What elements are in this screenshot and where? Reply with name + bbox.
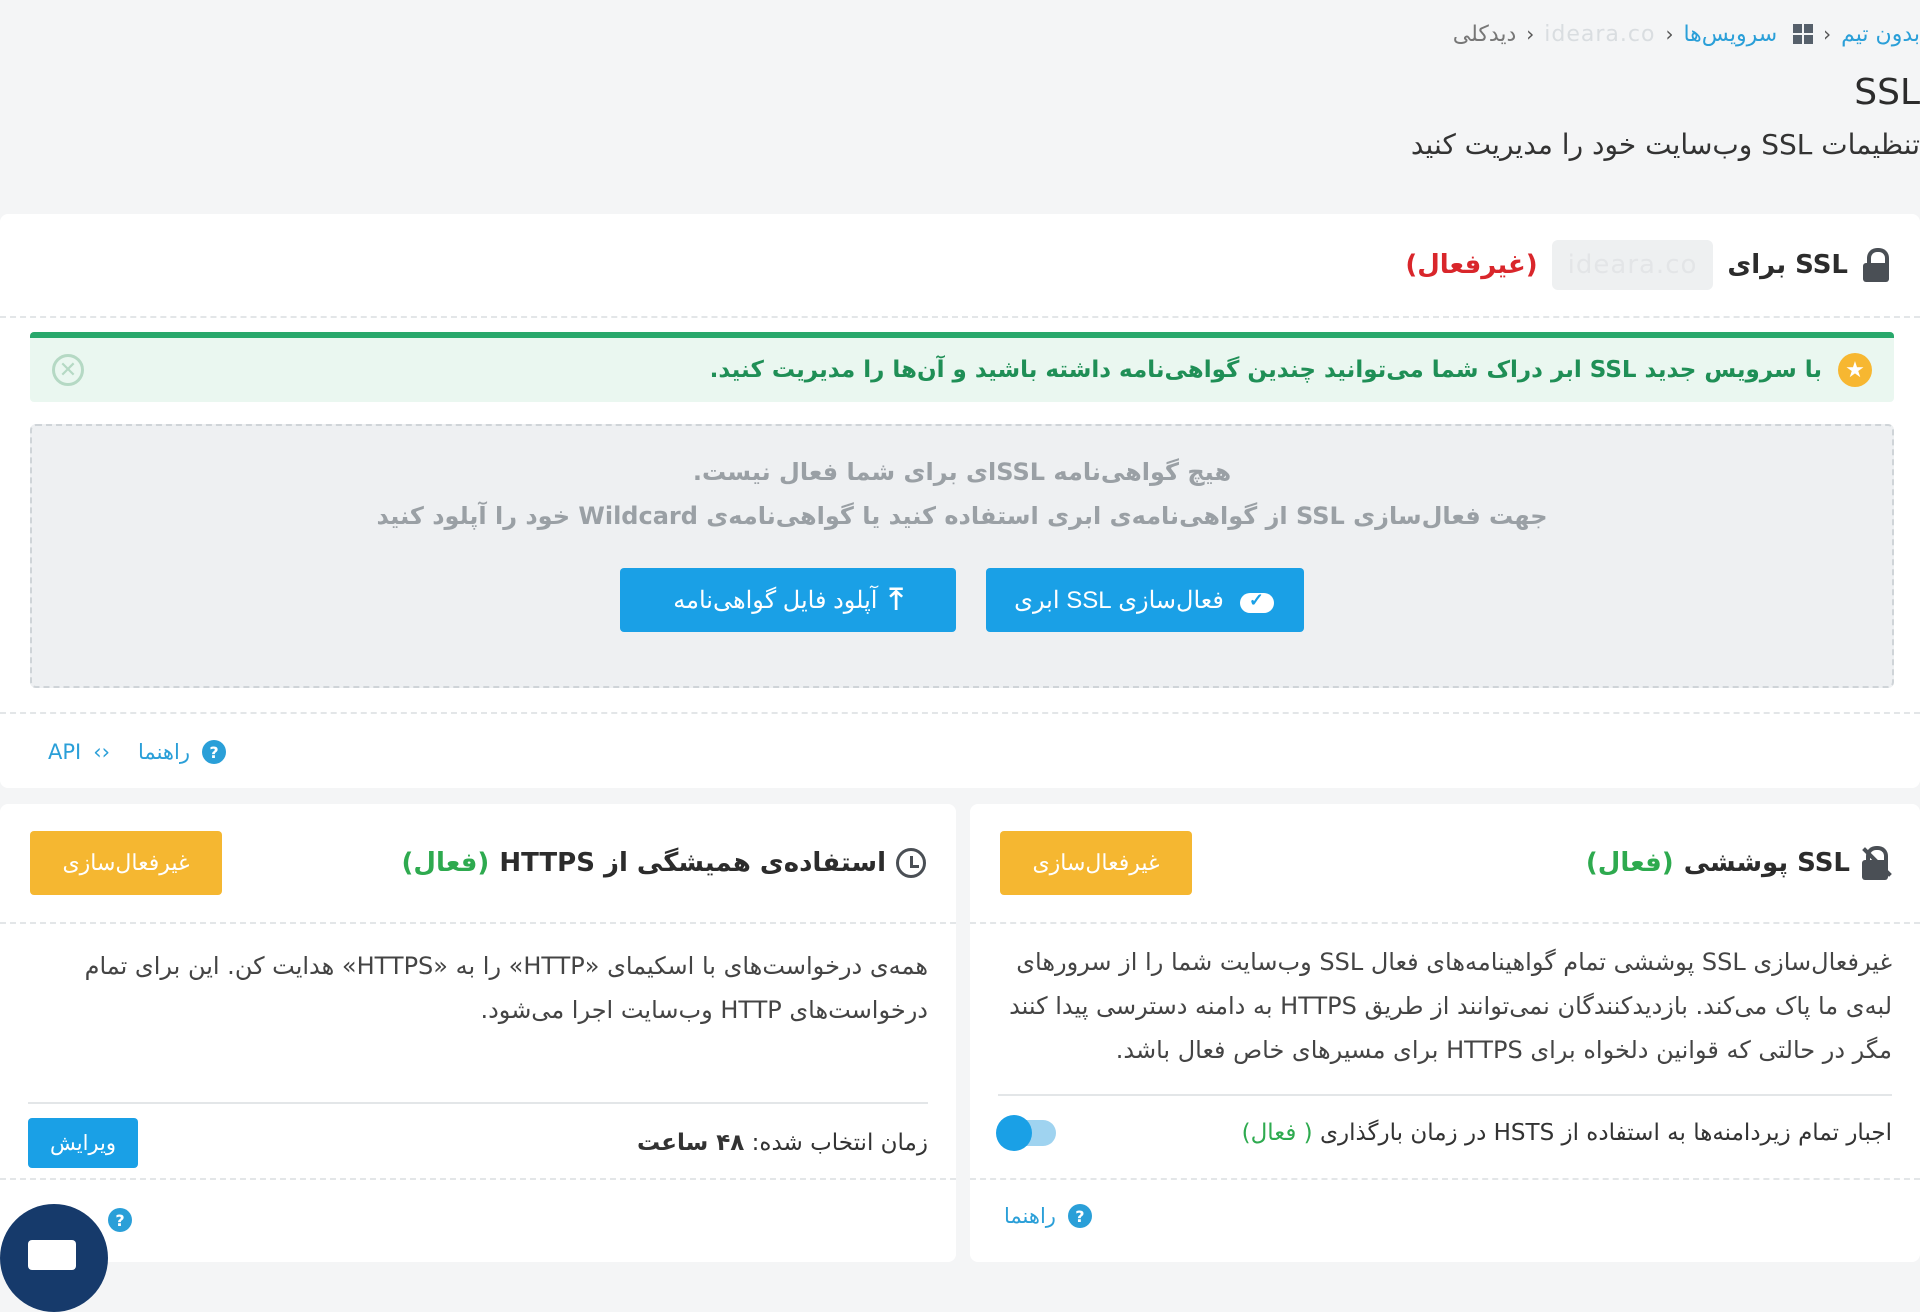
divider bbox=[998, 1094, 1892, 1096]
chevron-left-icon: ‹ bbox=[1665, 22, 1674, 46]
help-label: راهنما bbox=[138, 740, 190, 764]
chevron-left-icon: ‹ bbox=[1526, 22, 1535, 46]
help-icon: ? bbox=[1067, 1204, 1092, 1228]
ssl-card-title: SSL برای bbox=[1727, 250, 1848, 280]
breadcrumb-team[interactable]: بدون تیم bbox=[1841, 22, 1920, 47]
selected-time-row: زمان انتخاب شده: ۴۸ ساعت ویرایش bbox=[28, 1118, 928, 1168]
star-icon: ★ bbox=[1838, 353, 1872, 387]
hsts-row: اجبار تمام زیردامنه‌ها به استفاده از HST… bbox=[996, 1115, 1892, 1151]
ssl-card-footer: API ‹› راهنما ? bbox=[0, 712, 1920, 790]
always-https-card: استفاده‌ی همیشگی از HTTPS (فعال) غیرفعال… bbox=[0, 804, 956, 1262]
selected-time-label: زمان انتخاب شده: bbox=[751, 1130, 928, 1156]
upload-icon: ⤒ bbox=[889, 583, 903, 616]
empty-state-actions: فعال‌سازی SSL ابری ⤒ آپلود فایل گواهی‌نا… bbox=[32, 568, 1892, 632]
lock-icon bbox=[1862, 248, 1890, 282]
cover-ssl-status: (فعال) bbox=[1585, 848, 1674, 878]
info-notice: ★ با سرویس جدید SSL ابر دراک شما می‌توان… bbox=[30, 332, 1894, 402]
chevron-left-icon: ‹ bbox=[1823, 22, 1832, 46]
unlock-icon bbox=[1860, 846, 1892, 880]
hsts-toggle[interactable] bbox=[996, 1115, 1056, 1151]
help-link[interactable]: راهنما ? bbox=[1004, 1204, 1092, 1228]
code-icon: ‹› bbox=[93, 740, 111, 764]
notice-text: با سرویس جدید SSL ابر دراک شما می‌توانید… bbox=[709, 357, 1822, 383]
cloud-check-icon bbox=[1236, 587, 1276, 613]
api-link[interactable]: API ‹› bbox=[48, 740, 110, 764]
close-icon[interactable]: ✕ bbox=[52, 354, 84, 386]
upload-certificate-button[interactable]: ⤒ آپلود فایل گواهی‌نامه bbox=[620, 568, 956, 632]
breadcrumb-current: دیدکلی bbox=[1452, 21, 1517, 47]
activate-cloud-ssl-button[interactable]: فعال‌سازی SSL ابری bbox=[986, 568, 1304, 632]
hsts-status: ( فعال) bbox=[1241, 1120, 1313, 1146]
breadcrumb-domain[interactable]: ideara.co bbox=[1544, 22, 1655, 47]
disable-cover-ssl-button[interactable]: غیرفعال‌سازی bbox=[1000, 831, 1192, 895]
services-grid-icon bbox=[1793, 24, 1814, 44]
always-https-title: استفاده‌ی همیشگی از HTTPS bbox=[499, 848, 886, 878]
empty-state: هیچ گواهی‌نامه SSLای برای شما فعال نیست.… bbox=[30, 424, 1894, 688]
chat-icon bbox=[28, 1240, 76, 1270]
breadcrumb: بدون تیم ‹ سرویس‌ها ‹ ideara.co ‹ دیدکلی bbox=[1293, 14, 1920, 54]
chat-button[interactable] bbox=[0, 1204, 108, 1312]
always-https-description: همه‌ی درخواست‌های با اسکیمای «HTTP» را ب… bbox=[84, 952, 928, 1024]
empty-state-description: جهت فعال‌سازی SSL از گواهی‌نامه‌ی ابری ا… bbox=[376, 502, 1548, 530]
help-label: راهنما bbox=[1004, 1204, 1056, 1228]
cover-ssl-card: SSL پوششی (فعال) غیرفعال‌سازی غیرفعال‌سا… bbox=[970, 804, 1920, 1262]
help-link[interactable]: راهنما ? bbox=[138, 740, 226, 764]
disable-always-https-button[interactable]: غیرفعال‌سازی bbox=[30, 831, 222, 895]
page-title: SSL bbox=[1854, 72, 1920, 113]
cover-ssl-title: SSL پوششی bbox=[1683, 848, 1850, 878]
help-icon: ? bbox=[201, 740, 226, 764]
cover-ssl-footer: راهنما ? bbox=[970, 1178, 1920, 1262]
divider bbox=[28, 1102, 928, 1104]
api-label: API bbox=[48, 740, 82, 764]
hsts-label: اجبار تمام زیردامنه‌ها به استفاده از HST… bbox=[1319, 1120, 1892, 1146]
empty-state-title: هیچ گواهی‌نامه SSLای برای شما فعال نیست. bbox=[692, 458, 1232, 486]
cover-ssl-header: SSL پوششی (فعال) غیرفعال‌سازی bbox=[970, 804, 1920, 924]
domain-badge: ideara.co bbox=[1551, 240, 1714, 290]
always-https-footer: ? bbox=[0, 1178, 956, 1262]
always-https-status: (فعال) bbox=[401, 848, 490, 878]
cover-ssl-description: غیرفعال‌سازی SSL پوششی تمام گواهینامه‌ها… bbox=[1009, 948, 1892, 1064]
always-https-header: استفاده‌ی همیشگی از HTTPS (فعال) غیرفعال… bbox=[0, 804, 956, 924]
edit-button[interactable]: ویرایش bbox=[28, 1118, 138, 1168]
selected-time-value: ۴۸ ساعت bbox=[636, 1130, 745, 1156]
upload-certificate-label: آپلود فایل گواهی‌نامه bbox=[673, 586, 878, 614]
help-icon[interactable]: ? bbox=[108, 1208, 132, 1232]
ssl-status-badge: (غیرفعال) bbox=[1405, 250, 1538, 280]
ssl-card: SSL برای ideara.co (غیرفعال) ★ با سرویس … bbox=[0, 214, 1920, 788]
history-icon bbox=[896, 848, 926, 878]
page-subtitle: تنظیمات SSL وب‌سایت خود را مدیریت کنید bbox=[1410, 128, 1920, 161]
activate-cloud-ssl-label: فعال‌سازی SSL ابری bbox=[1014, 586, 1224, 614]
breadcrumb-services[interactable]: سرویس‌ها bbox=[1683, 22, 1777, 47]
ssl-card-header: SSL برای ideara.co (غیرفعال) bbox=[0, 214, 1920, 318]
